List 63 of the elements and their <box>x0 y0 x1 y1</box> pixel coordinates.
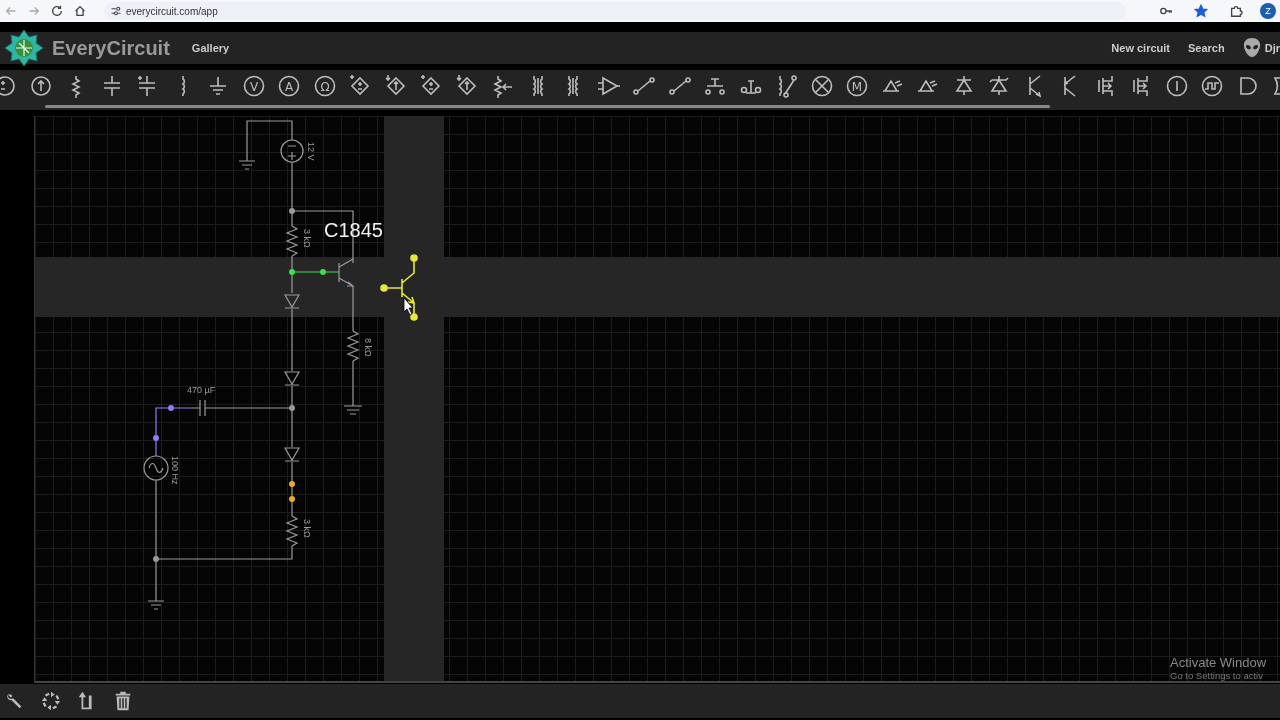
resistor-symbol <box>285 515 299 547</box>
meter-icon[interactable]: A <box>277 74 301 98</box>
component-value: 12 V <box>306 142 316 161</box>
component-value: 3 kΩ <box>302 229 312 248</box>
node-dot[interactable] <box>289 208 295 214</box>
home-icon[interactable] <box>73 4 87 18</box>
diamond-source-icon[interactable] <box>419 74 443 98</box>
lamp-icon[interactable] <box>809 74 834 98</box>
diamond-source-icon[interactable] <box>383 74 408 98</box>
activation-hint: Go to Settings to activ <box>1170 670 1264 681</box>
node-dot[interactable] <box>153 435 159 441</box>
square-wave-icon[interactable] <box>1200 74 1224 98</box>
node-dot[interactable] <box>320 269 326 275</box>
part-number: C1845 <box>324 219 383 241</box>
node-dot[interactable] <box>289 496 295 502</box>
node-dot[interactable] <box>153 556 159 562</box>
star-icon[interactable] <box>1194 4 1208 18</box>
dragged-transistor[interactable] <box>380 254 418 321</box>
resistor-symbol <box>346 330 360 362</box>
node-dot[interactable] <box>289 481 295 487</box>
node-dot[interactable] <box>168 405 174 411</box>
switch-icon[interactable] <box>667 74 692 98</box>
component-value: 100 Hz <box>170 456 180 485</box>
app-name[interactable]: EveryCircuit <box>52 36 170 60</box>
rotate-icon[interactable] <box>40 690 62 712</box>
logic-source-icon[interactable] <box>1164 74 1189 98</box>
scrollbar-thumb[interactable] <box>45 105 1050 108</box>
profile-avatar[interactable]: Z <box>1260 3 1276 19</box>
component-value: 470 µF <box>187 385 216 395</box>
capacitor-symbol <box>199 399 206 417</box>
switch-icon[interactable] <box>632 74 656 98</box>
mouse-cursor-icon <box>403 297 414 316</box>
meter-icon[interactable]: M <box>845 74 869 98</box>
activation-notice: Activate Window <box>1170 655 1267 670</box>
address-field[interactable]: everycircuit.com/app <box>104 2 1126 20</box>
extension-icon[interactable] <box>1229 4 1243 18</box>
diamond-source-icon[interactable] <box>454 74 479 98</box>
amplifier-icon[interactable] <box>596 74 621 98</box>
component-value: 3 kΩ <box>302 519 312 538</box>
node-dot[interactable] <box>289 269 295 275</box>
dc-source-symbol <box>280 139 304 163</box>
meter-icon[interactable]: Ω <box>312 74 337 98</box>
battery-icon[interactable] <box>0 74 17 98</box>
resistor-symbol <box>285 225 299 257</box>
diode-symbol <box>284 294 301 309</box>
nav-link[interactable]: Gallery <box>191 42 230 54</box>
diamond-source-icon[interactable] <box>348 74 372 98</box>
diode-symbol <box>284 447 301 462</box>
user-name[interactable]: Djr <box>1264 42 1280 54</box>
alien-avatar-icon[interactable] <box>1242 37 1261 59</box>
current-source-icon[interactable] <box>28 74 53 98</box>
node-dot[interactable] <box>289 405 295 411</box>
ac-source-symbol <box>143 455 169 481</box>
highlighted-wire <box>155 407 192 457</box>
site-settings-icon[interactable] <box>110 5 122 17</box>
diode-icon[interactable] <box>987 74 1011 98</box>
nav-link[interactable]: New circuit <box>1111 42 1170 54</box>
meter-icon[interactable]: V <box>241 74 266 98</box>
diode-symbol <box>284 371 301 386</box>
reload-icon[interactable] <box>50 4 64 18</box>
transistor-symbol <box>338 258 355 287</box>
component-value: 8 kΩ <box>363 338 373 357</box>
nav-link[interactable]: Search <box>1188 42 1225 54</box>
